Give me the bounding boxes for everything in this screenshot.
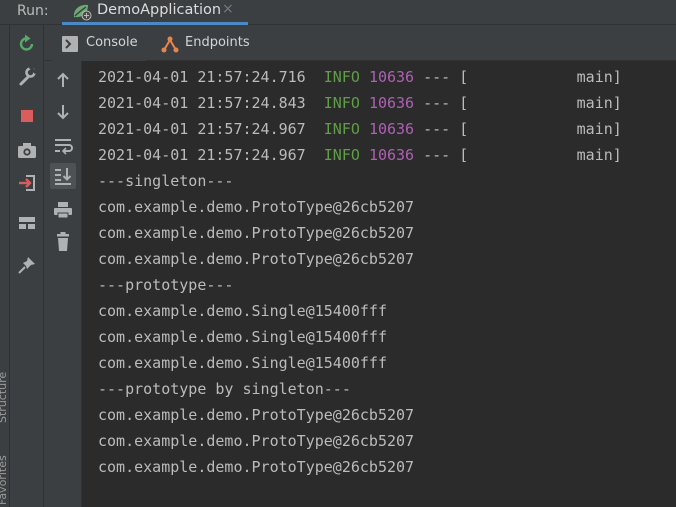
spring-boot-icon	[71, 3, 93, 25]
log-separator: --- [	[423, 68, 469, 86]
log-thread: main]	[576, 146, 622, 164]
output-line: com.example.demo.ProtoType@26cb5207	[98, 224, 415, 242]
scroll-to-end-icon[interactable]	[50, 163, 76, 189]
log-timestamp: 2021-04-01 21:57:24.716	[98, 68, 306, 86]
console-icon	[62, 36, 78, 56]
run-label: Run:	[17, 3, 49, 19]
output-line: com.example.demo.Single@15400fff	[98, 354, 387, 372]
output-line: com.example.demo.Single@15400fff	[98, 328, 387, 346]
log-thread: main]	[576, 120, 622, 138]
arrow-down-icon[interactable]	[50, 99, 76, 125]
output-line: com.example.demo.ProtoType@26cb5207	[98, 406, 415, 424]
log-timestamp: 2021-04-01 21:57:24.967	[98, 120, 306, 138]
tab-endpoints-label: Endpoints	[185, 35, 250, 50]
rerun-icon[interactable]	[15, 32, 39, 56]
favorites-tab-label[interactable]: Favorites	[0, 455, 9, 505]
log-line: 2021-04-01 21:57:24.967 INFO 10636 --- […	[98, 142, 622, 168]
trash-icon[interactable]	[50, 229, 76, 255]
log-pid: 10636	[368, 94, 415, 112]
log-level: INFO	[323, 120, 360, 138]
output-line: ---prototype by singleton---	[98, 380, 351, 398]
log-line: 2021-04-01 21:57:24.716 INFO 10636 --- […	[98, 64, 622, 90]
output-line: com.example.demo.Single@15400fff	[98, 302, 387, 320]
log-pid: 10636	[368, 120, 415, 138]
run-toolbar: Run: DemoApplication ×	[0, 0, 676, 25]
wrench-icon[interactable]	[15, 64, 39, 88]
arrow-up-icon[interactable]	[50, 67, 76, 93]
output-line: com.example.demo.ProtoType@26cb5207	[98, 458, 415, 476]
pin-icon[interactable]	[15, 253, 39, 277]
log-level: INFO	[323, 68, 360, 86]
camera-icon[interactable]	[15, 138, 39, 162]
tab-console[interactable]: Console	[52, 25, 146, 61]
run-tab-title: DemoApplication	[97, 2, 222, 18]
exit-icon[interactable]	[15, 171, 39, 195]
output-line: com.example.demo.ProtoType@26cb5207	[98, 198, 415, 216]
log-thread: main]	[576, 68, 622, 86]
run-left-toolbar: Structure Favorites	[0, 25, 44, 507]
structure-tab-label[interactable]: Structure	[0, 372, 9, 423]
endpoints-icon	[160, 34, 180, 58]
console-tab-bar: Console Endpoints	[44, 25, 676, 61]
tool-window-stripe: Structure Favorites	[0, 25, 10, 507]
output-line: ---singleton---	[98, 172, 234, 190]
log-timestamp: 2021-04-01 21:57:24.967	[98, 146, 306, 164]
log-line: 2021-04-01 21:57:24.967 INFO 10636 --- […	[98, 116, 622, 142]
tab-console-label: Console	[86, 35, 138, 50]
output-line: com.example.demo.ProtoType@26cb5207	[98, 250, 415, 268]
output-line: ---prototype---	[98, 276, 234, 294]
log-separator: --- [	[423, 94, 469, 112]
log-timestamp: 2021-04-01 21:57:24.843	[98, 94, 306, 112]
log-thread: main]	[576, 94, 622, 112]
close-icon[interactable]: ×	[222, 1, 234, 17]
log-line: 2021-04-01 21:57:24.843 INFO 10636 --- […	[98, 90, 622, 116]
stop-icon[interactable]	[15, 104, 39, 128]
print-icon[interactable]	[50, 197, 76, 223]
log-level: INFO	[323, 94, 360, 112]
log-pid: 10636	[368, 68, 415, 86]
log-separator: --- [	[423, 120, 469, 138]
log-pid: 10636	[368, 146, 415, 164]
soft-wrap-icon[interactable]	[50, 132, 76, 158]
console-output[interactable]: 2021-04-01 21:57:24.716 INFO 10636 --- […	[83, 61, 676, 507]
log-separator: --- [	[423, 146, 469, 164]
layout-icon[interactable]	[15, 211, 39, 235]
console-toolbar	[44, 61, 82, 507]
run-tab-demo-application[interactable]: DemoApplication ×	[62, 0, 248, 25]
log-level: INFO	[323, 146, 360, 164]
output-line: com.example.demo.ProtoType@26cb5207	[98, 432, 415, 450]
tab-endpoints[interactable]: Endpoints	[156, 25, 256, 61]
